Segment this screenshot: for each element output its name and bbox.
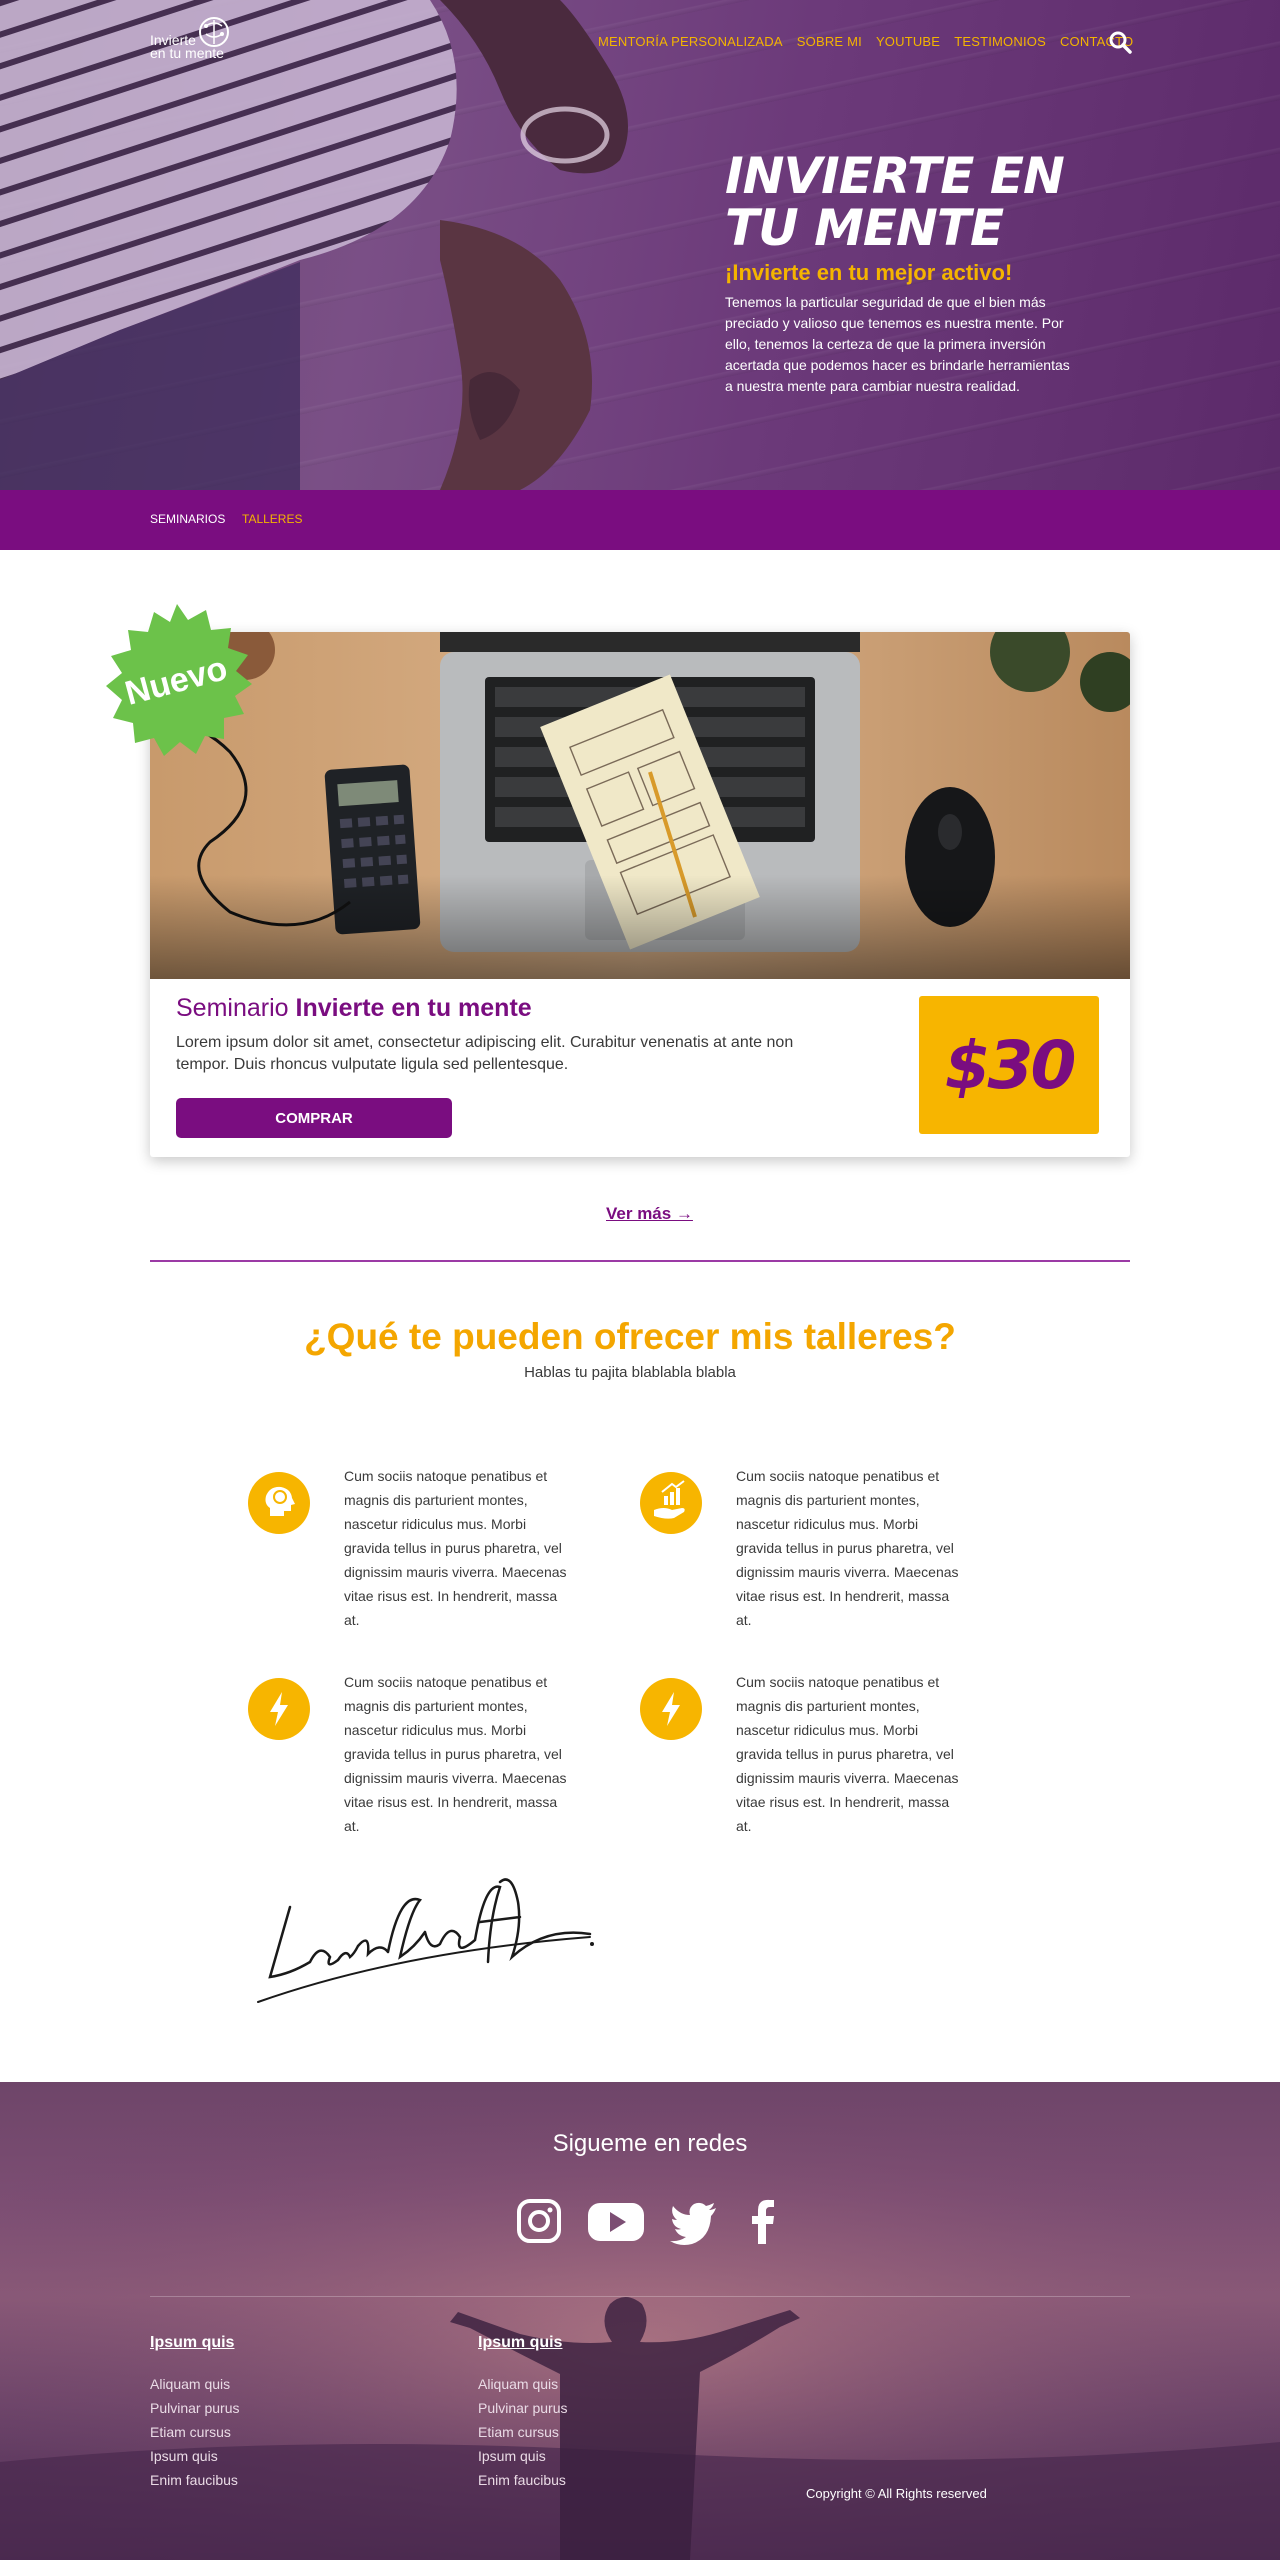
hero-title-line-1: INVIERTE EN	[725, 147, 1065, 205]
logo-line-2: en tu mente	[150, 45, 224, 61]
footer-link[interactable]: Ipsum quis	[478, 2444, 568, 2468]
workspace-image	[150, 632, 1130, 979]
price-tag: $30	[919, 996, 1099, 1134]
footer-col2-list: Aliquam quis Pulvinar purus Etiam cursus…	[478, 2372, 568, 2492]
nav-mentoria[interactable]: MENTORÍA PERSONALIZADA	[598, 34, 783, 49]
see-more-link[interactable]: Ver más →	[606, 1204, 693, 1224]
hero-banner: Invierte en tu mente MENTORÍA PERSONALIZ…	[0, 0, 1280, 490]
hero-title-line-2: TU MENTE	[725, 199, 1004, 257]
lightning-icon	[640, 1678, 702, 1740]
footer-link[interactable]: Aliquam quis	[150, 2372, 240, 2396]
tab-seminarios[interactable]: SEMINARIOS	[150, 512, 225, 526]
feature-text-4: Cum sociis natoque penatibus et magnis d…	[736, 1674, 959, 1834]
card-title-bold: Invierte en tu mente	[295, 994, 532, 1022]
facebook-icon[interactable]	[748, 2196, 778, 2246]
section-divider	[150, 1260, 1130, 1262]
footer-link[interactable]: Pulvinar purus	[150, 2396, 240, 2420]
new-badge: Nuevo	[106, 604, 252, 756]
footer-link[interactable]: Ipsum quis	[150, 2444, 240, 2468]
copyright: Copyright © All Rights reserved	[806, 2486, 987, 2501]
category-tabs: SEMINARIOS TALLERES	[0, 490, 1280, 550]
footer-link[interactable]: Aliquam quis	[478, 2372, 568, 2396]
twitter-icon[interactable]	[668, 2196, 720, 2246]
buy-button[interactable]: COMPRAR	[176, 1098, 452, 1138]
footer-link[interactable]: Etiam cursus	[150, 2420, 240, 2444]
hero-person-image	[0, 0, 628, 490]
offer-subtitle: Hablas tu pajita blablabla blabla	[524, 1364, 736, 1381]
growth-hand-icon	[640, 1472, 702, 1534]
footer-divider	[150, 2296, 1130, 2297]
offer-title: ¿Qué te pueden ofrecer mis talleres?	[304, 1316, 956, 1357]
tab-talleres[interactable]: TALLERES	[242, 512, 302, 526]
seminar-card: Seminario Invierte en tu mente Lorem ips…	[150, 632, 1130, 1157]
hero-subtitle: ¡Invierte en tu mejor activo!	[725, 260, 1013, 285]
nav-youtube[interactable]: YOUTUBE	[876, 34, 940, 49]
brain-head-icon	[248, 1472, 310, 1534]
footer-col2-heading[interactable]: Ipsum quis	[478, 2334, 562, 2352]
footer-col1-heading[interactable]: Ipsum quis	[150, 2334, 234, 2352]
feature-text-2: Cum sociis natoque penatibus et magnis d…	[736, 1468, 959, 1628]
lightning-icon	[248, 1678, 310, 1740]
nav-testimonios[interactable]: TESTIMONIOS	[954, 34, 1046, 49]
footer: Sigueme en redes Ipsum quis Aliquam quis…	[0, 2082, 1280, 2560]
feature-text-1: Cum sociis natoque penatibus et magnis d…	[344, 1468, 567, 1628]
logo-text[interactable]: Invierte en tu mente	[150, 33, 224, 61]
youtube-icon[interactable]	[586, 2196, 646, 2246]
main-nav: MENTORÍA PERSONALIZADA SOBRE MI YOUTUBE …	[598, 34, 1147, 49]
footer-link[interactable]: Etiam cursus	[478, 2420, 568, 2444]
footer-link[interactable]: Enim faucibus	[150, 2468, 240, 2492]
hero-text: Tenemos la particular seguridad de que e…	[725, 294, 1070, 394]
signature-image	[257, 1878, 594, 2003]
card-title-prefix: Seminario	[176, 994, 289, 1022]
feature-text-3: Cum sociis natoque penatibus et magnis d…	[344, 1674, 567, 1834]
footer-link[interactable]: Pulvinar purus	[478, 2396, 568, 2420]
footer-col1-list: Aliquam quis Pulvinar purus Etiam cursus…	[150, 2372, 240, 2492]
card-title: Seminario Invierte en tu mente	[176, 994, 532, 1023]
instagram-icon[interactable]	[516, 2196, 562, 2246]
nav-sobre-mi[interactable]: SOBRE MI	[797, 34, 862, 49]
card-description: Lorem ipsum dolor sit amet, consectetur …	[176, 1034, 794, 1073]
search-icon[interactable]	[1108, 30, 1132, 54]
hero-title: INVIERTE EN TU MENTE	[725, 150, 1125, 254]
follow-heading: Sigueme en redes	[552, 2130, 748, 2157]
footer-link[interactable]: Enim faucibus	[478, 2468, 568, 2492]
